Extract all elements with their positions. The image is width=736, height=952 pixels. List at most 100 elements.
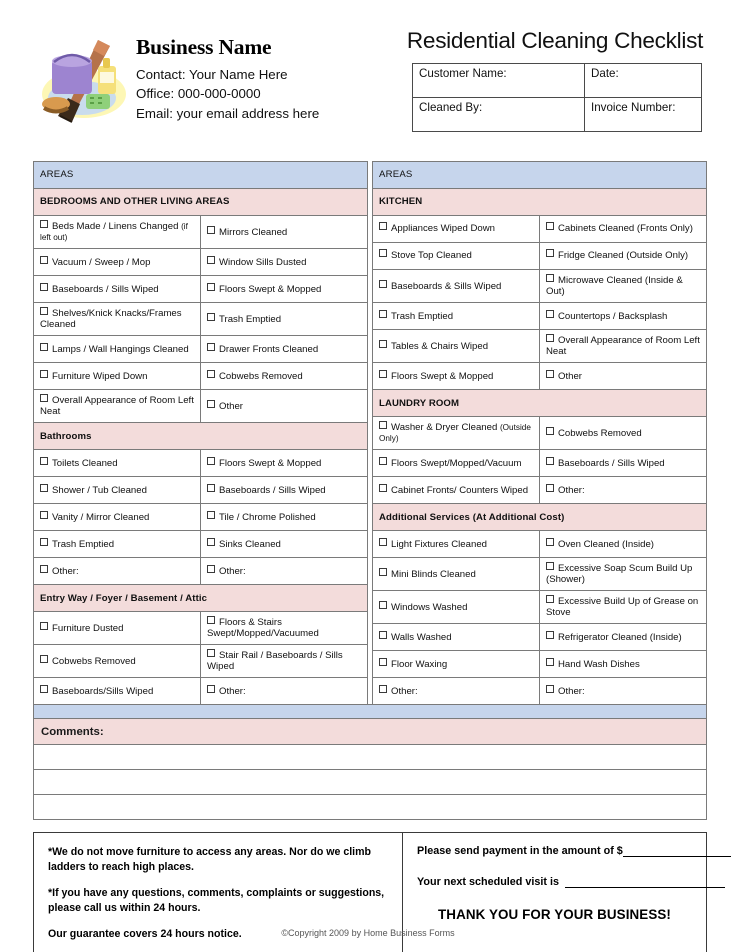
checklist-item[interactable]: Window Sills Dusted [200, 248, 368, 277]
checklist-item[interactable]: Stair Rail / Baseboards / Sills Wiped [200, 644, 368, 679]
checkbox[interactable] [40, 684, 48, 693]
checkbox[interactable] [379, 684, 387, 693]
checkbox[interactable] [379, 309, 387, 318]
checklist-item[interactable]: Toilets Cleaned [33, 449, 201, 478]
checkbox[interactable] [379, 421, 387, 430]
checklist-item[interactable]: Tile / Chrome Polished [200, 503, 368, 532]
checklist-item[interactable]: Excessive Build Up of Grease on Stove [539, 590, 707, 625]
cleaned-by-field[interactable]: Cleaned By: [412, 97, 585, 132]
checkbox[interactable] [546, 222, 554, 231]
checklist-item[interactable]: Other: [33, 557, 201, 586]
checklist-item[interactable]: Cobwebs Removed [539, 416, 707, 451]
checkbox[interactable] [379, 222, 387, 231]
checklist-item[interactable]: Floors & Stairs Swept/Mopped/Vacuumed [200, 611, 368, 646]
checklist-item[interactable]: Other: [200, 557, 368, 586]
checklist-item[interactable]: Other: [539, 677, 707, 706]
checklist-item[interactable]: Shelves/Knick Knacks/Frames Cleaned [33, 302, 201, 337]
checkbox[interactable] [546, 483, 554, 492]
checkbox[interactable] [207, 282, 215, 291]
checkbox[interactable] [207, 616, 215, 625]
next-visit-blank[interactable] [565, 876, 725, 888]
comments-write-line[interactable] [33, 744, 707, 770]
checkbox[interactable] [546, 630, 554, 639]
checklist-item[interactable]: Washer & Dryer Cleaned (Outside Only) [372, 416, 540, 451]
checkbox[interactable] [546, 657, 554, 666]
checkbox[interactable] [40, 654, 48, 663]
checkbox[interactable] [207, 649, 215, 658]
checkbox[interactable] [40, 483, 48, 492]
checkbox[interactable] [379, 537, 387, 546]
checkbox[interactable] [40, 282, 48, 291]
checklist-item[interactable]: Cobwebs Removed [33, 644, 201, 679]
checklist-item[interactable]: Trash Emptied [372, 302, 540, 331]
checkbox[interactable] [40, 621, 48, 630]
checklist-item[interactable]: Appliances Wiped Down [372, 215, 540, 243]
comments-write-line[interactable] [33, 769, 707, 795]
checkbox[interactable] [546, 456, 554, 465]
checklist-item[interactable]: Vacuum / Sweep / Mop [33, 248, 201, 277]
checklist-item[interactable]: Oven Cleaned (Inside) [539, 530, 707, 559]
checklist-item[interactable]: Floor Waxing [372, 650, 540, 679]
checklist-item[interactable]: Baseboards & Sills Wiped [372, 268, 540, 304]
checkbox[interactable] [40, 255, 48, 264]
checklist-item[interactable]: Shower / Tub Cleaned [33, 476, 201, 505]
checkbox[interactable] [546, 249, 554, 258]
checklist-item[interactable]: Other: [372, 677, 540, 706]
checkbox[interactable] [379, 483, 387, 492]
checkbox[interactable] [207, 564, 215, 573]
checklist-item[interactable]: Other [539, 362, 707, 391]
checkbox[interactable] [379, 567, 387, 576]
checklist-item[interactable]: Cabinet Fronts/ Counters Wiped [372, 476, 540, 505]
checkbox[interactable] [207, 537, 215, 546]
checklist-item[interactable]: Overall Appearance of Room Left Neat [33, 389, 201, 424]
checkbox[interactable] [207, 255, 215, 264]
checkbox[interactable] [379, 339, 387, 348]
date-field[interactable]: Date: [584, 63, 702, 98]
invoice-number-field[interactable]: Invoice Number: [584, 97, 702, 132]
checklist-item[interactable]: Floors Swept & Mopped [200, 275, 368, 304]
checklist-item[interactable]: Countertops / Backsplash [539, 302, 707, 331]
payment-amount-blank[interactable] [622, 845, 731, 857]
checkbox[interactable] [40, 456, 48, 465]
customer-name-field[interactable]: Customer Name: [412, 63, 585, 98]
checkbox[interactable] [40, 510, 48, 519]
checkbox[interactable] [207, 456, 215, 465]
checklist-item[interactable]: Baseboards/Sills Wiped [33, 677, 201, 706]
checklist-item[interactable]: Furniture Wiped Down [33, 362, 201, 391]
checkbox[interactable] [546, 537, 554, 546]
checklist-item[interactable]: Overall Appearance of Room Left Neat [539, 329, 707, 364]
checkbox[interactable] [546, 426, 554, 435]
checklist-item[interactable]: Baseboards / Sills Wiped [539, 449, 707, 478]
checklist-item[interactable]: Drawer Fronts Cleaned [200, 335, 368, 364]
checkbox[interactable] [207, 510, 215, 519]
checkbox[interactable] [207, 483, 215, 492]
checklist-item[interactable]: Baseboards / Sills Wiped [33, 275, 201, 304]
checklist-item[interactable]: Other: [200, 677, 368, 706]
checkbox[interactable] [546, 562, 554, 571]
checklist-item[interactable]: Other: [539, 476, 707, 505]
checklist-item[interactable]: Excessive Soap Scum Build Up (Shower) [539, 557, 707, 592]
checkbox[interactable] [40, 220, 48, 228]
checkbox[interactable] [379, 249, 387, 258]
checkbox[interactable] [546, 274, 554, 282]
checklist-item[interactable]: Mirrors Cleaned [200, 214, 368, 250]
checklist-item[interactable]: Vanity / Mirror Cleaned [33, 503, 201, 532]
checkbox[interactable] [379, 279, 387, 288]
checklist-item[interactable]: Light Fixtures Cleaned [372, 530, 540, 559]
checklist-item[interactable]: Cabinets Cleaned (Fronts Only) [539, 215, 707, 243]
checklist-item[interactable]: Trash Emptied [200, 302, 368, 337]
checklist-item[interactable]: Baseboards / Sills Wiped [200, 476, 368, 505]
checklist-item[interactable]: Floors Swept & Mopped [372, 362, 540, 391]
checklist-item[interactable]: Floors Swept/Mopped/Vacuum [372, 449, 540, 478]
checkbox[interactable] [40, 537, 48, 546]
checkbox[interactable] [379, 657, 387, 666]
checkbox[interactable] [379, 456, 387, 465]
checkbox[interactable] [379, 630, 387, 639]
checkbox[interactable] [379, 369, 387, 378]
checklist-item[interactable]: Windows Washed [372, 590, 540, 625]
checklist-item[interactable]: Fridge Cleaned (Outside Only) [539, 242, 707, 270]
checklist-item[interactable]: Tables & Chairs Wiped [372, 329, 540, 364]
comments-write-line[interactable] [33, 794, 707, 820]
checkbox[interactable] [207, 684, 215, 693]
checkbox[interactable] [40, 564, 48, 573]
